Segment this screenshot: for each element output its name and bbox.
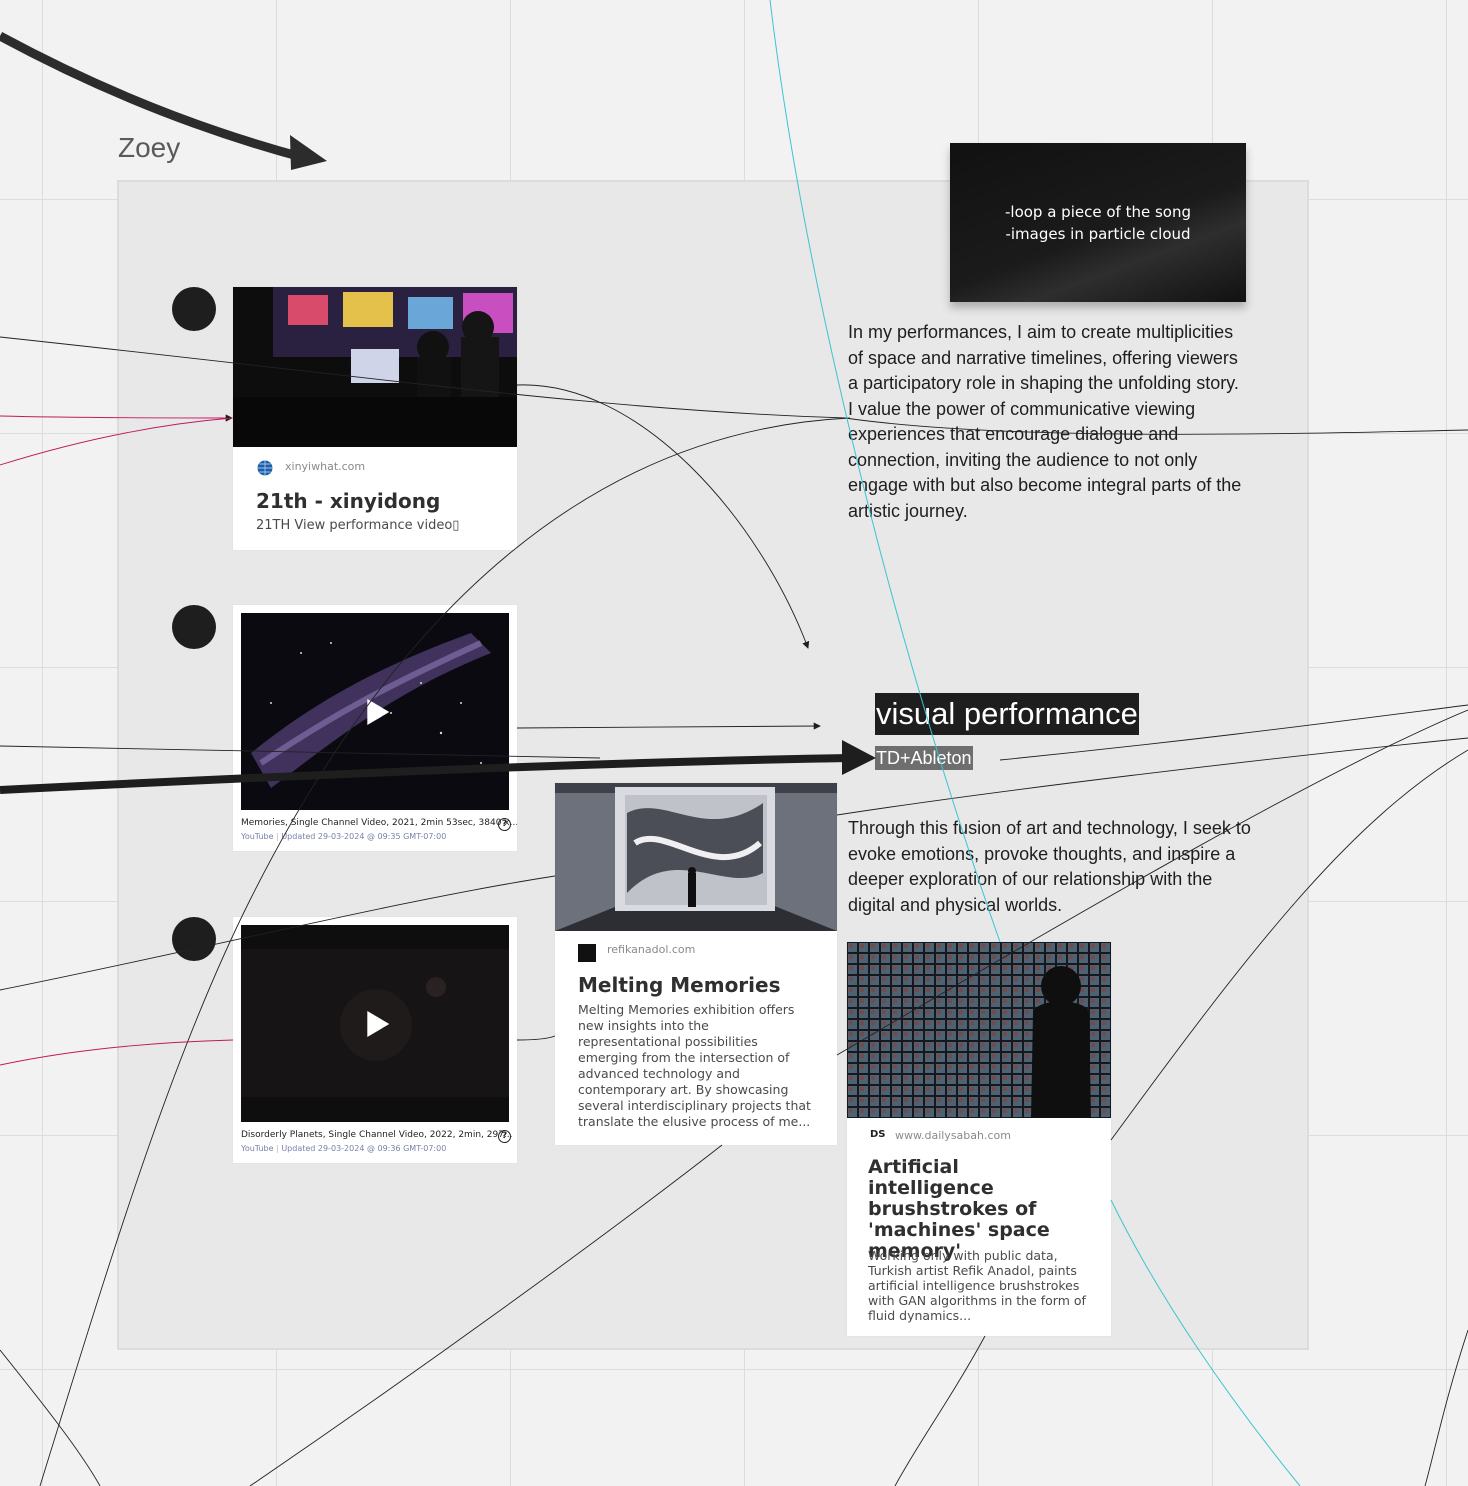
section-subheading[interactable]: TD+Ableton <box>875 746 973 770</box>
card-title: Artificial intelligence brushstrokes of … <box>868 1156 1050 1262</box>
card-thumbnail-image <box>233 287 517 447</box>
marker-dot-2[interactable] <box>172 605 216 649</box>
video-source-name: YouTube <box>241 1144 274 1153</box>
link-card-refikanadol[interactable]: refikanadol.com Melting Memories Melting… <box>555 783 837 1145</box>
video-card-disorderly-planets[interactable]: Disorderly Planets, Single Channel Video… <box>233 917 517 1163</box>
video-source: YouTube | Updated 29-03-2024 @ 09:35 GMT… <box>241 832 447 841</box>
card-thumbnail-image <box>847 942 1111 1118</box>
video-caption: Disorderly Planets, Single Channel Video… <box>241 1130 513 1140</box>
link-card-xinyiwhat[interactable]: xinyiwhat.com 21th - xinyidong 21TH View… <box>233 287 517 550</box>
card-description: Working only with public data, Turkish a… <box>868 1248 1086 1323</box>
play-icon[interactable] <box>367 698 390 725</box>
marker-dot-1[interactable] <box>172 287 216 331</box>
video-caption: Memories, Single Channel Video, 2021, 2m… <box>241 818 517 828</box>
video-source: YouTube | Updated 29-03-2024 @ 09:36 GMT… <box>241 1144 447 1153</box>
video-card-memories[interactable]: Memories, Single Channel Video, 2021, 2m… <box>233 605 517 851</box>
globe-icon <box>257 460 273 476</box>
card-title: 21th - xinyidong <box>256 489 441 513</box>
help-icon[interactable]: ? <box>498 1130 511 1143</box>
video-player[interactable] <box>241 925 509 1122</box>
section-heading[interactable]: visual performance <box>875 693 1139 735</box>
text-paragraph-1[interactable]: In my performances, I aim to create mult… <box>848 320 1248 524</box>
play-icon[interactable] <box>367 1010 390 1037</box>
sticky-line-2: -images in particle cloud <box>1005 224 1191 243</box>
video-source-name: YouTube <box>241 832 274 841</box>
sticky-note[interactable]: -loop a piece of the song -images in par… <box>950 143 1246 302</box>
video-updated: Updated 29-03-2024 @ 09:36 GMT-07:00 <box>281 1144 447 1153</box>
link-card-dailysabah[interactable]: DS www.dailysabah.com Artificial intelli… <box>847 942 1111 1336</box>
card-description: Melting Memories exhibition offers new i… <box>578 1002 811 1129</box>
video-updated: Updated 29-03-2024 @ 09:35 GMT-07:00 <box>281 832 447 841</box>
frame-title[interactable]: Zoey <box>118 132 180 164</box>
video-player[interactable] <box>241 613 509 810</box>
card-site: refikanadol.com <box>607 943 696 956</box>
card-site: www.dailysabah.com <box>895 1129 1011 1142</box>
text-paragraph-2[interactable]: Through this fusion of art and technolog… <box>848 816 1254 918</box>
sticky-line-1: -loop a piece of the song <box>1005 202 1191 221</box>
marker-dot-3[interactable] <box>172 917 216 961</box>
site-logo-icon <box>578 944 596 962</box>
card-description: 21TH View performance video▯ <box>256 518 460 533</box>
site-logo-icon: DS <box>870 1129 886 1140</box>
card-thumbnail-image <box>555 783 837 931</box>
card-site: xinyiwhat.com <box>285 460 366 473</box>
card-title: Melting Memories <box>578 973 781 997</box>
help-icon[interactable]: ? <box>498 818 511 831</box>
